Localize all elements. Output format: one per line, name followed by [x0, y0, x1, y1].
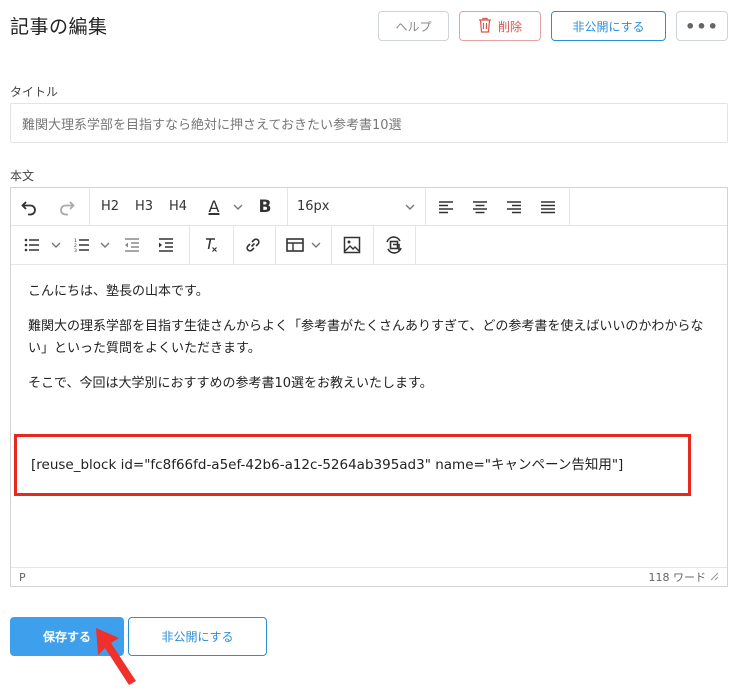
font-size-value: 16px: [297, 199, 330, 214]
page-title: 記事の編集: [10, 16, 108, 38]
chevron-down-icon[interactable]: [49, 226, 63, 264]
font-size-select[interactable]: 16px: [289, 188, 423, 225]
paragraph: そこで、今回は大学別におすすめの参考書10選をお教えいたします。: [28, 376, 433, 391]
chevron-down-icon[interactable]: [309, 226, 323, 264]
pointer-arrow-icon: [92, 626, 142, 692]
reusable-block-icon[interactable]: [375, 226, 413, 264]
rich-text-editor: H2 H3 H4 A B 16px 1 2 3 こんにちは、塾長の山本です。 難…: [10, 187, 728, 587]
paragraph: 難関大の理系学部を目指す生徒さんからよく「参考書がたくさんありすぎて、どの参考書…: [28, 319, 704, 356]
body-label: 本文: [10, 169, 35, 183]
editor-toolbar-row-1: H2 H3 H4 A B 16px: [11, 188, 727, 226]
heading-2-button[interactable]: H2: [93, 188, 127, 225]
font-color-button[interactable]: A: [199, 188, 229, 225]
outdent-icon[interactable]: [115, 226, 149, 264]
resize-handle-icon[interactable]: [710, 571, 719, 584]
title-input[interactable]: 難関大理系学部を目指すなら絶対に押さえておきたい参考書10選: [10, 103, 728, 143]
align-left-icon[interactable]: [429, 188, 463, 225]
image-icon[interactable]: [333, 226, 371, 264]
indent-icon[interactable]: [149, 226, 183, 264]
undo-icon[interactable]: [11, 188, 47, 225]
help-button[interactable]: ヘルプ: [378, 11, 449, 41]
bold-button[interactable]: B: [251, 188, 279, 225]
align-right-icon[interactable]: [497, 188, 531, 225]
more-options-button[interactable]: •••: [676, 11, 728, 41]
align-center-icon[interactable]: [463, 188, 497, 225]
align-justify-icon[interactable]: [531, 188, 565, 225]
editor-content[interactable]: こんにちは、塾長の山本です。 難関大の理系学部を目指す生徒さんからよく「参考書が…: [11, 265, 727, 568]
table-icon[interactable]: [281, 226, 309, 264]
unpublish-button[interactable]: 非公開にする: [551, 11, 666, 41]
editor-statusbar: P 118 ワード: [11, 567, 727, 586]
reuse-block-shortcode: [reuse_block id="fc8f66fd-a5ef-42b6-a12c…: [14, 434, 691, 496]
redo-icon[interactable]: [47, 188, 87, 225]
chevron-down-icon: [405, 199, 415, 214]
delete-button[interactable]: 削除: [459, 11, 541, 41]
element-path: P: [19, 570, 26, 584]
trash-icon: [478, 17, 492, 36]
word-count: 118 ワード: [648, 571, 707, 584]
clear-format-icon[interactable]: [193, 226, 229, 264]
heading-3-button[interactable]: H3: [127, 188, 161, 225]
heading-4-button[interactable]: H4: [161, 188, 195, 225]
delete-button-label: 削除: [497, 19, 522, 34]
editor-toolbar-row-2: 123: [11, 226, 727, 265]
paragraph: こんにちは、塾長の山本です。: [28, 284, 209, 299]
numbered-list-icon[interactable]: 123: [67, 226, 97, 264]
title-label: タイトル: [10, 85, 59, 99]
link-icon[interactable]: [235, 226, 271, 264]
bullet-list-icon[interactable]: [15, 226, 49, 264]
chevron-down-icon[interactable]: [97, 226, 113, 264]
svg-text:3: 3: [74, 248, 77, 252]
unpublish-bottom-button[interactable]: 非公開にする: [128, 617, 267, 656]
chevron-down-icon[interactable]: [229, 188, 247, 225]
